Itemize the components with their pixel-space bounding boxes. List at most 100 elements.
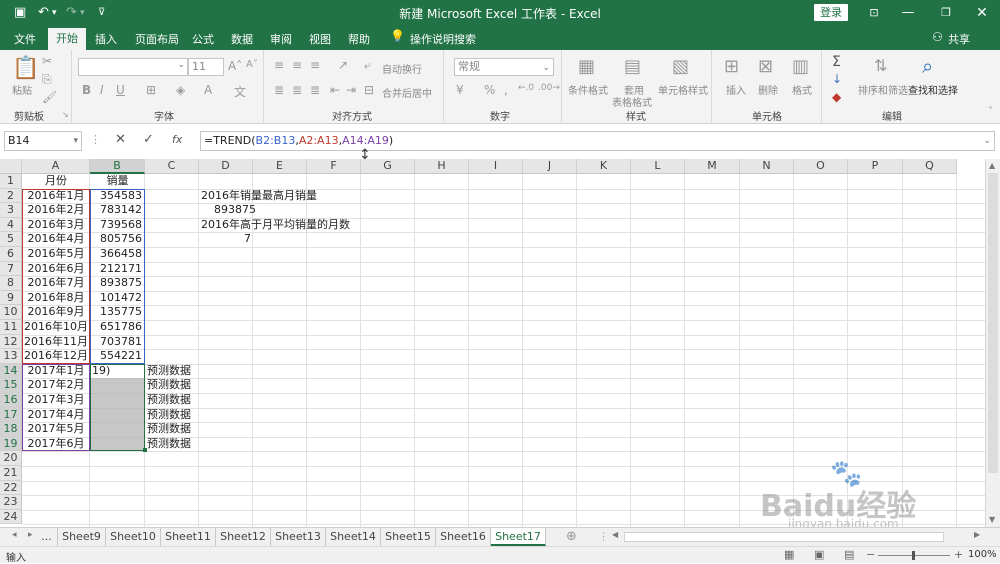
row-header-8[interactable]: 8 bbox=[0, 276, 22, 291]
row-header-15[interactable]: 15 bbox=[0, 378, 22, 393]
worksheet-grid[interactable]: ABCDEFGHIJKLMNOPQ 1 2 3 4 5 6 7 8 9 10 11 12 13 14 15 1… bbox=[0, 159, 1000, 531]
fill-icon[interactable]: ↓ bbox=[832, 72, 842, 86]
scroll-down-icon[interactable]: ▼ bbox=[989, 515, 995, 524]
align-center-icon[interactable]: ≣ bbox=[292, 83, 302, 97]
row-header-7[interactable]: 7 bbox=[0, 261, 22, 277]
row-header-23[interactable]: 23 bbox=[0, 495, 22, 510]
number-format-box[interactable]: 常规 ⌄ bbox=[454, 58, 554, 76]
align-middle-icon[interactable]: ≡ bbox=[292, 58, 302, 72]
paste-icon[interactable]: 📋 bbox=[12, 56, 39, 81]
cell-d3[interactable]: 893875 bbox=[214, 203, 256, 218]
column-header-q[interactable]: Q bbox=[903, 159, 957, 174]
tab-split-icon[interactable]: ⋮ bbox=[598, 530, 609, 543]
minimize-icon[interactable]: — bbox=[898, 3, 918, 23]
bold-button[interactable]: B bbox=[82, 83, 91, 97]
tab-help[interactable]: 帮助 bbox=[348, 31, 370, 47]
row-header-10[interactable]: 10 bbox=[0, 305, 22, 320]
tab-data[interactable]: 数据 bbox=[231, 31, 253, 47]
page-layout-view-icon[interactable]: ▣ bbox=[814, 548, 824, 561]
cut-icon[interactable]: ✂ bbox=[42, 54, 52, 68]
cell-a1[interactable]: 月份 bbox=[22, 174, 90, 189]
align-top-icon[interactable]: ≡ bbox=[274, 58, 284, 72]
column-header-e[interactable]: E bbox=[253, 159, 307, 174]
format-cells-label[interactable]: 格式 bbox=[792, 82, 812, 97]
find-select-icon[interactable]: ⌕ bbox=[922, 54, 933, 78]
italic-button[interactable]: I bbox=[100, 83, 104, 97]
row-header-22[interactable]: 22 bbox=[0, 480, 22, 496]
row-header-13[interactable]: 13 bbox=[0, 349, 22, 364]
expand-formula-icon[interactable]: ⌄ bbox=[983, 132, 991, 150]
sheet-tab-sheet11[interactable]: Sheet11 bbox=[161, 528, 216, 546]
tab-insert[interactable]: 插入 bbox=[95, 31, 117, 47]
delete-cells-label[interactable]: 删除 bbox=[758, 82, 778, 97]
row-header-24[interactable]: 24 bbox=[0, 509, 22, 525]
row-header-19[interactable]: 19 bbox=[0, 436, 22, 452]
insert-cells-label[interactable]: 插入 bbox=[726, 82, 746, 97]
sheet-tab-sheet12[interactable]: Sheet12 bbox=[216, 528, 271, 546]
row-header-17[interactable]: 17 bbox=[0, 407, 22, 423]
cell-c18[interactable]: 预测数据 bbox=[147, 422, 191, 437]
cell-c16[interactable]: 预测数据 bbox=[147, 393, 191, 408]
zoom-level[interactable]: 100% bbox=[968, 549, 997, 560]
increase-indent-icon[interactable]: ⇥ bbox=[346, 83, 356, 97]
restore-icon[interactable]: ❐ bbox=[936, 3, 956, 23]
merge-center-icon[interactable]: ⊟ bbox=[364, 83, 374, 97]
row-header-1[interactable]: 1 bbox=[0, 174, 22, 189]
scroll-left-icon[interactable]: ◀ bbox=[612, 530, 618, 539]
decrease-decimal-icon[interactable]: .00→ bbox=[538, 83, 560, 93]
decrease-indent-icon[interactable]: ⇤ bbox=[330, 83, 340, 97]
formula-input[interactable]: =TREND(B2:B13,A2:A13,A14:A19) ⌄ bbox=[200, 131, 995, 151]
collapse-ribbon-icon[interactable]: ˄ bbox=[988, 106, 993, 117]
column-header-l[interactable]: L bbox=[631, 159, 685, 174]
column-header-k[interactable]: K bbox=[577, 159, 631, 174]
align-left-icon[interactable]: ≣ bbox=[274, 83, 284, 97]
shrink-font-icon[interactable]: A˅ bbox=[246, 59, 258, 70]
row-header-3[interactable]: 3 bbox=[0, 203, 22, 218]
horizontal-scroll-thumb[interactable] bbox=[624, 532, 944, 542]
row-header-5[interactable]: 5 bbox=[0, 232, 22, 247]
cell-c17[interactable]: 预测数据 bbox=[147, 408, 191, 423]
sheet-tab-sheet10[interactable]: Sheet10 bbox=[106, 528, 161, 546]
underline-button[interactable]: U bbox=[116, 83, 125, 97]
column-header-a[interactable]: A bbox=[22, 159, 90, 174]
sort-filter-label[interactable]: 排序和筛选 bbox=[858, 82, 908, 97]
cancel-entry-icon[interactable]: ✕ bbox=[115, 132, 126, 147]
vertical-scrollbar[interactable]: ▲ ▼ bbox=[985, 159, 1000, 527]
clear-icon[interactable]: ◆ bbox=[832, 90, 841, 104]
row-header-20[interactable]: 20 bbox=[0, 451, 22, 466]
format-cells-icon[interactable]: ▥ bbox=[792, 56, 809, 77]
column-header-d[interactable]: D bbox=[199, 159, 253, 174]
tab-formulas[interactable]: 公式 bbox=[192, 31, 214, 47]
tab-review[interactable]: 审阅 bbox=[270, 31, 292, 47]
column-header-p[interactable]: P bbox=[848, 159, 903, 174]
zoom-out-icon[interactable]: − bbox=[866, 548, 875, 561]
tell-me-search[interactable]: 操作说明搜索 bbox=[410, 31, 476, 47]
cell-d5[interactable]: 7 bbox=[244, 232, 251, 247]
align-right-icon[interactable]: ≣ bbox=[310, 83, 320, 97]
font-size-box[interactable]: 11 bbox=[188, 58, 224, 76]
sheet-tab-sheet9[interactable]: Sheet9 bbox=[58, 528, 106, 546]
column-header-h[interactable]: H bbox=[415, 159, 469, 174]
wrap-text-label[interactable]: 自动换行 bbox=[382, 61, 422, 76]
column-header-n[interactable]: N bbox=[740, 159, 794, 174]
cell-d4[interactable]: 2016年高于月平均销量的月数 bbox=[201, 218, 350, 233]
comma-icon[interactable]: , bbox=[504, 83, 508, 97]
cell-c14[interactable]: 预测数据 bbox=[147, 364, 191, 379]
format-as-table-icon[interactable]: ▤ bbox=[624, 56, 641, 77]
row-header-14[interactable]: 14 bbox=[0, 363, 22, 379]
cell-styles-icon[interactable]: ▧ bbox=[672, 56, 689, 77]
lightbulb-icon[interactable]: 💡 bbox=[390, 29, 405, 43]
copy-icon[interactable]: ⎘ bbox=[42, 72, 52, 87]
clipboard-launcher-icon[interactable]: ↘ bbox=[62, 110, 69, 119]
autosum-icon[interactable]: Σ bbox=[832, 54, 841, 70]
format-as-table-label-2[interactable]: 表格格式 bbox=[612, 94, 652, 109]
align-bottom-icon[interactable]: ≡ bbox=[310, 58, 320, 72]
font-name-box[interactable]: ⌄ bbox=[78, 58, 188, 76]
cell-c15[interactable]: 预测数据 bbox=[147, 378, 191, 393]
tab-page-layout[interactable]: 页面布局 bbox=[135, 31, 179, 47]
column-header-o[interactable]: O bbox=[794, 159, 848, 174]
delete-cells-icon[interactable]: ⊠ bbox=[758, 56, 773, 77]
cell-c19[interactable]: 预测数据 bbox=[147, 437, 191, 452]
prev-sheet-icon[interactable]: ◂ bbox=[12, 530, 17, 540]
formula-bar-more-icon[interactable]: ⋮ bbox=[90, 133, 101, 146]
